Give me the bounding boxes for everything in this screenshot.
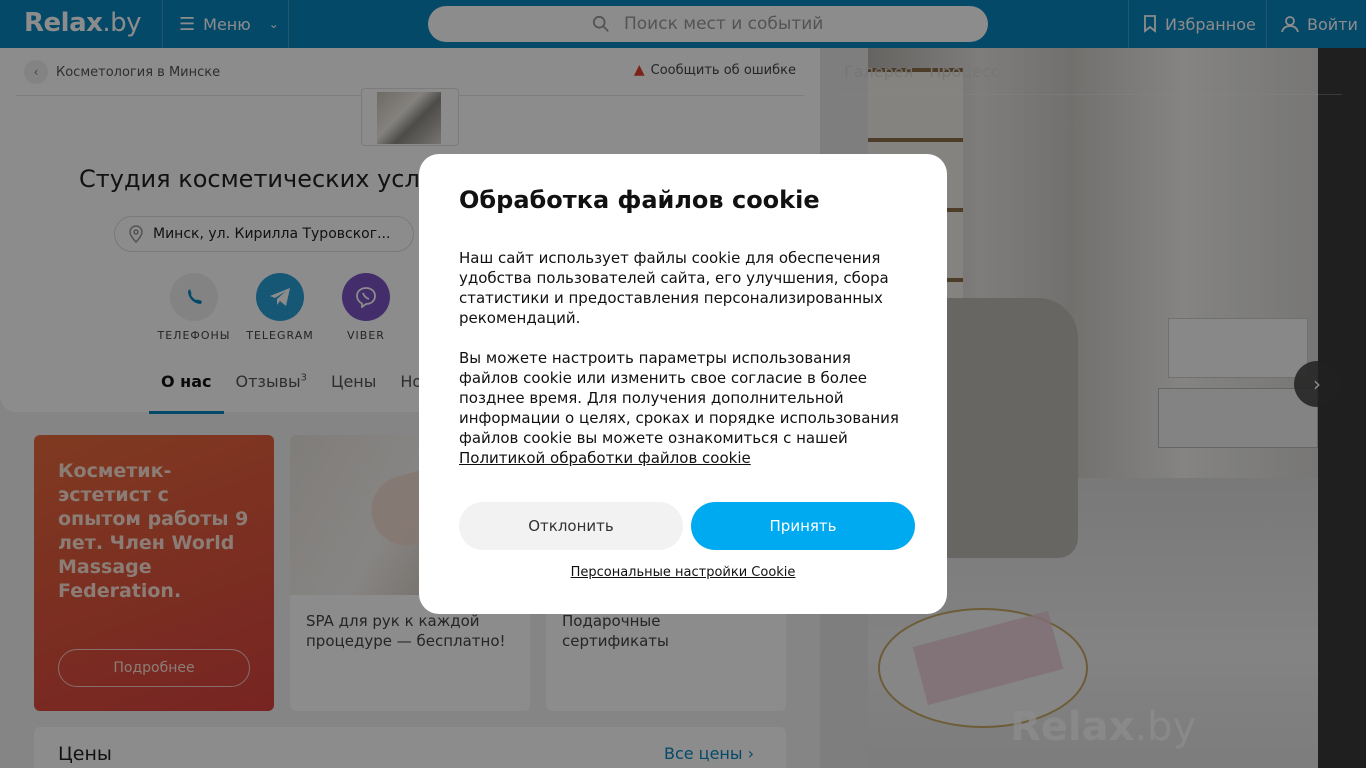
cookie-title: Обработка файлов cookie xyxy=(459,186,820,214)
cookie-buttons: Отклонить Принять xyxy=(459,502,915,550)
cookie-dialog: Обработка файлов cookie Наш сайт использ… xyxy=(419,154,947,614)
cookie-policy-link[interactable]: Политикой обработки файлов cookie xyxy=(459,449,751,467)
cookie-paragraph-1: Наш сайт использует файлы cookie для обе… xyxy=(459,249,889,327)
decline-button[interactable]: Отклонить xyxy=(459,502,683,550)
accept-button[interactable]: Принять xyxy=(691,502,915,550)
personal-cookie-settings-link[interactable]: Персональные настройки Cookie xyxy=(419,565,947,580)
cookie-paragraph-2: Вы можете настроить параметры использова… xyxy=(459,349,899,467)
